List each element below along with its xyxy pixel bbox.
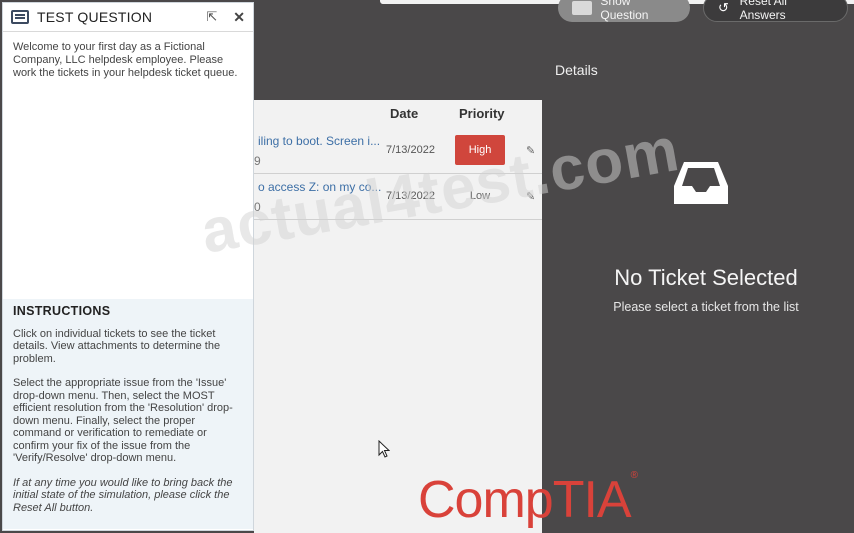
close-icon[interactable]: ✕	[233, 9, 245, 26]
question-list-icon	[11, 10, 29, 24]
trademark-symbol: ®	[630, 470, 638, 481]
logo-text: CompTIA	[418, 471, 632, 529]
show-question-label: Show Question	[600, 0, 649, 22]
instructions-title: INSTRUCTIONS	[13, 304, 111, 318]
column-header-date: Date	[390, 106, 419, 121]
question-intro: Welcome to your first day as a Fictional…	[13, 41, 238, 79]
ticket-description[interactable]: iling to boot. Screen i...	[258, 134, 380, 148]
no-ticket-title: No Ticket Selected	[614, 265, 798, 290]
instructions-section: INSTRUCTIONS Click on individual tickets…	[3, 299, 253, 529]
monitor-icon	[572, 1, 593, 15]
details-title: Details	[555, 62, 598, 78]
mouse-cursor-icon	[378, 440, 390, 458]
instructions-paragraph: Click on individual tickets to see the t…	[13, 327, 221, 365]
column-header-priority: Priority	[459, 106, 505, 121]
popout-icon[interactable]: ⇱	[206, 9, 217, 25]
show-question-button[interactable]: Show Question	[558, 0, 690, 22]
no-ticket-subtitle: Please select a ticket from the list	[613, 300, 799, 314]
reset-icon: ↺	[718, 0, 729, 15]
question-title: TEST QUESTION	[37, 9, 153, 25]
question-header: TEST QUESTION ⇱ ✕	[3, 3, 253, 32]
reset-note: If at any time you would like to bring b…	[13, 476, 233, 514]
instructions-paragraph: Select the appropriate issue from the 'I…	[13, 377, 233, 464]
ticket-date: 7/13/2022	[386, 144, 435, 156]
reset-all-label: Reset All Answers	[739, 0, 787, 22]
reset-all-button[interactable]: ↺ Reset All Answers	[703, 0, 848, 22]
ticket-list-header: Date Priority	[254, 100, 542, 128]
ticket-number: 9	[254, 154, 261, 168]
comptia-logo: CompTIA®	[418, 470, 638, 530]
